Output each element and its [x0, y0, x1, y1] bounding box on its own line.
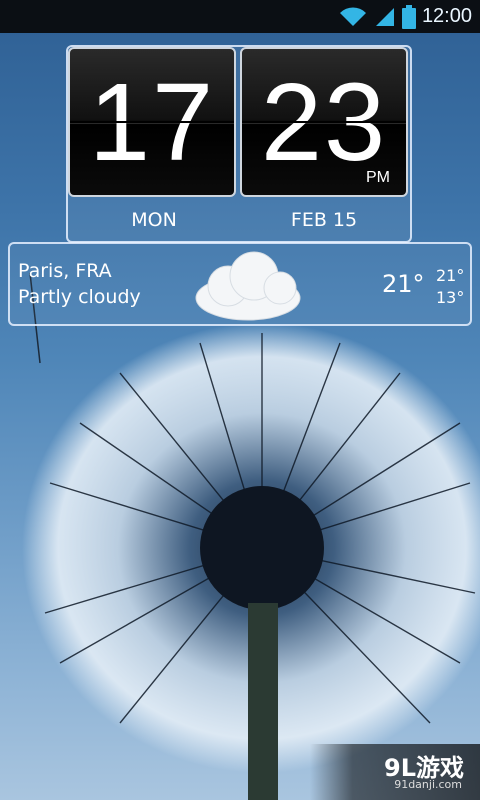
date-label: FEB 15	[290, 209, 358, 231]
flip-divider	[70, 121, 234, 123]
battery-icon	[401, 4, 416, 29]
flip-divider	[242, 121, 406, 123]
clock-widget[interactable]: 17 23 PM MON FEB 15	[66, 45, 412, 243]
cloud-icon	[188, 246, 308, 328]
status-clock: 12:00	[421, 5, 472, 27]
watermark-site: 91danji.com	[394, 778, 462, 791]
flip-hours: 17	[68, 47, 236, 197]
current-temperature: 21°	[382, 270, 425, 298]
low-temperature: 13°	[436, 288, 465, 307]
signal-icon	[374, 6, 396, 28]
city-label: Paris, FRA	[18, 260, 112, 282]
high-temperature: 21°	[436, 266, 465, 285]
status-bar: 12:00	[0, 0, 480, 33]
day-label: MON	[131, 209, 177, 231]
weather-widget[interactable]: Paris, FRA Partly cloudy 21° 21° 13°	[8, 242, 472, 326]
ampm-label: PM	[366, 169, 390, 186]
flip-minutes: 23 PM	[240, 47, 408, 197]
watermark: 9L游戏 91danji.com	[310, 744, 480, 800]
condition-label: Partly cloudy	[18, 286, 141, 308]
wifi-icon	[338, 6, 368, 28]
